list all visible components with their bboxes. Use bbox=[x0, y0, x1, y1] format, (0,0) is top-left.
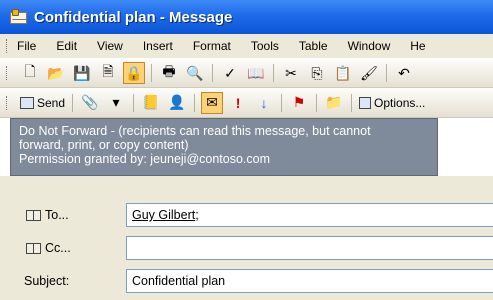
subject-value: Confidential plan bbox=[132, 274, 226, 288]
address-book-icon bbox=[26, 242, 41, 254]
menu-file[interactable]: File bbox=[17, 39, 36, 53]
importance-low-icon[interactable]: ↓ bbox=[253, 92, 275, 114]
options-icon bbox=[359, 96, 372, 109]
separator bbox=[386, 64, 387, 82]
cc-button[interactable]: Cc... bbox=[20, 236, 122, 260]
menu-format[interactable]: Format bbox=[193, 39, 231, 53]
menu-window[interactable]: Window bbox=[348, 39, 391, 53]
separator bbox=[151, 64, 152, 82]
title-bar: Confidential plan - Message bbox=[0, 0, 493, 34]
menu-table[interactable]: Table bbox=[299, 39, 328, 53]
toolbar-grip[interactable] bbox=[6, 95, 9, 110]
send-icon bbox=[20, 96, 34, 109]
folder-icon[interactable]: 📁 bbox=[323, 92, 345, 114]
menu-bar: File Edit View Insert Format Tools Table… bbox=[0, 34, 493, 58]
separator bbox=[212, 64, 213, 82]
to-row: To... Guy Gilbert; bbox=[0, 203, 493, 227]
separator bbox=[351, 93, 353, 112]
follow-up-flag-icon[interactable]: ⚑ bbox=[288, 92, 310, 114]
do-not-forward-button[interactable]: 🔒 bbox=[123, 62, 145, 84]
permission-tooltip: Do Not Forward - (recipients can read th… bbox=[10, 118, 438, 176]
send-label: Send bbox=[37, 95, 66, 110]
subject-label: Subject: bbox=[24, 274, 70, 288]
permission-button[interactable]: ✉ bbox=[201, 91, 224, 114]
address-book-icon[interactable]: 📒 bbox=[140, 92, 162, 114]
to-button[interactable]: To... bbox=[20, 203, 122, 227]
open-folder-icon[interactable]: 📂 bbox=[45, 62, 67, 84]
paste-icon[interactable]: 📋 bbox=[332, 62, 354, 84]
recipient-separator: ; bbox=[195, 208, 199, 222]
cut-icon[interactable]: ✂ bbox=[280, 62, 302, 84]
undo-icon[interactable]: ↶ bbox=[393, 62, 415, 84]
check-names-icon[interactable]: 👤 bbox=[166, 92, 188, 114]
spelling-icon[interactable]: ✓ bbox=[219, 62, 241, 84]
separator bbox=[273, 64, 274, 82]
toolbar-grip[interactable] bbox=[6, 66, 9, 80]
print-icon[interactable]: 🖶 bbox=[158, 62, 180, 84]
to-field[interactable]: Guy Gilbert; bbox=[126, 203, 493, 227]
options-button[interactable]: Options... bbox=[359, 96, 425, 110]
menu-insert[interactable]: Insert bbox=[143, 39, 173, 53]
copy-icon[interactable]: ⎘ bbox=[306, 62, 328, 84]
research-icon[interactable]: 📖 bbox=[245, 62, 267, 84]
format-painter-icon[interactable]: 🖌 bbox=[358, 62, 380, 84]
menu-grip[interactable] bbox=[6, 39, 9, 53]
save-icon[interactable]: 💾 bbox=[71, 62, 93, 84]
tooltip-line-2: forward, print, or copy content) bbox=[19, 138, 189, 152]
tooltip-line-3: Permission granted by: jeuneji@contoso.c… bbox=[19, 152, 271, 166]
separator bbox=[281, 93, 283, 112]
tooltip-line-1: Do Not Forward - (recipients can read th… bbox=[19, 124, 371, 138]
separator bbox=[72, 93, 74, 112]
subject-row: Subject: Confidential plan bbox=[0, 269, 493, 293]
menu-tools[interactable]: Tools bbox=[251, 39, 279, 53]
to-label: To... bbox=[45, 208, 69, 222]
menu-help[interactable]: He bbox=[410, 39, 425, 53]
cc-field[interactable] bbox=[126, 236, 493, 260]
permission-icon[interactable]: 🗎 bbox=[97, 62, 119, 84]
print-preview-icon[interactable]: 🔍 bbox=[184, 62, 206, 84]
attach-icon[interactable]: 📎 bbox=[79, 92, 101, 114]
menu-view[interactable]: View bbox=[97, 39, 123, 53]
standard-toolbar: 🗋 📂 💾 🗎 🔒 🖶 🔍 ✓ 📖 ✂ ⎘ 📋 🖌 ↶ bbox=[0, 58, 493, 88]
importance-high-icon[interactable]: ! bbox=[227, 92, 249, 114]
separator bbox=[133, 93, 135, 112]
cc-row: Cc... bbox=[0, 236, 493, 260]
email-toolbar: Send 📎 ▾ 📒 👤 ✉ ! ↓ ⚑ 📁 Options... bbox=[0, 88, 493, 118]
chevron-down-icon[interactable]: ▾ bbox=[105, 92, 127, 114]
separator bbox=[194, 93, 196, 112]
subject-field[interactable]: Confidential plan bbox=[126, 269, 493, 293]
recipient-name[interactable]: Guy Gilbert bbox=[132, 208, 195, 222]
message-header: To... Guy Gilbert; Cc... Subject: Confid… bbox=[0, 176, 493, 300]
send-button[interactable]: Send bbox=[20, 96, 65, 110]
cc-label: Cc... bbox=[45, 241, 71, 255]
address-book-icon bbox=[26, 209, 41, 221]
window-title: Confidential plan - Message bbox=[34, 8, 233, 26]
protected-message-icon bbox=[10, 8, 28, 25]
options-label: Options... bbox=[374, 95, 426, 110]
new-icon[interactable]: 🗋 bbox=[19, 62, 41, 84]
menu-edit[interactable]: Edit bbox=[56, 39, 77, 53]
separator bbox=[316, 93, 318, 112]
